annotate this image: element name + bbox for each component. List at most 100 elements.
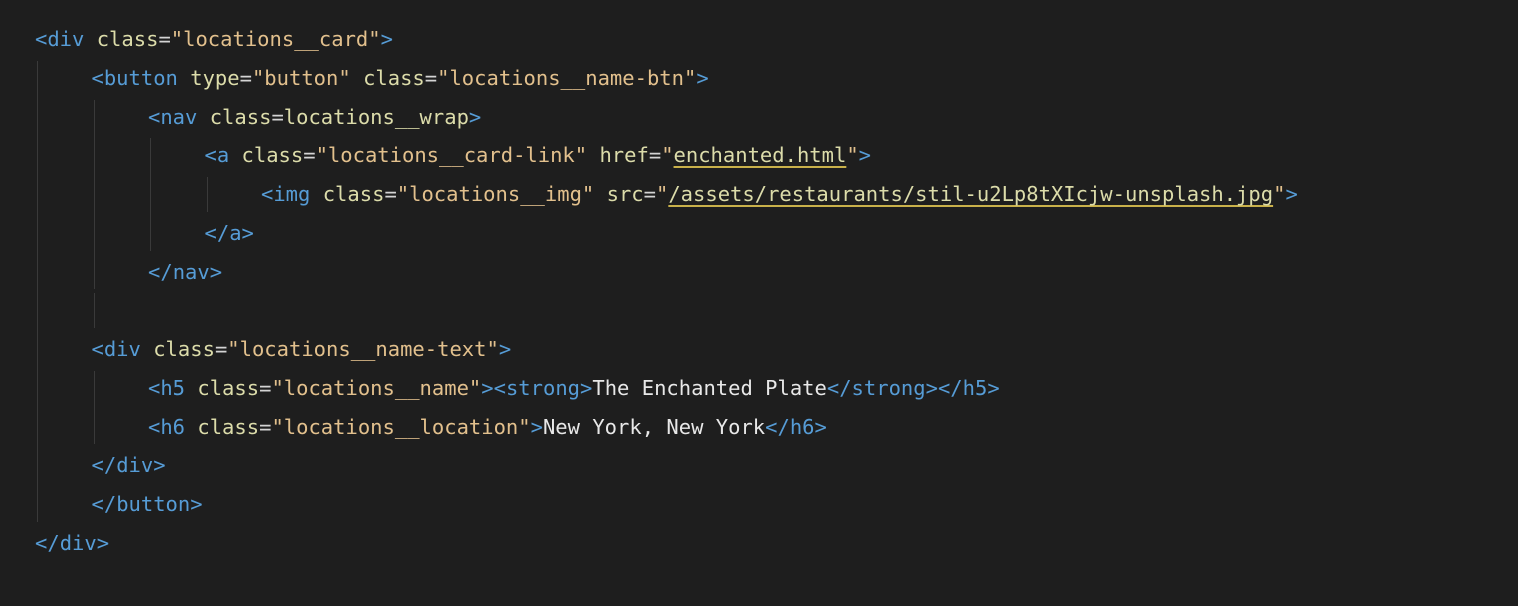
bracket-token: < xyxy=(148,414,161,439)
bracket-token: </ xyxy=(765,414,790,439)
equals-token: = xyxy=(648,143,662,168)
tag-name-token: h5 xyxy=(160,375,186,400)
tag-name-token: a xyxy=(229,220,242,245)
tag-name-token: h6 xyxy=(160,414,186,439)
code-line[interactable]: <div class="locations__name-text"> xyxy=(35,330,1298,369)
bracket-token: < xyxy=(91,337,104,361)
code-line[interactable]: </button> xyxy=(35,485,1298,524)
code-line[interactable] xyxy=(35,291,1298,330)
code-line[interactable]: <nav class=locations__wrap> xyxy=(35,98,1298,137)
bracket-token: > xyxy=(468,104,482,129)
string-token: "locations__name-btn" xyxy=(437,65,697,90)
equals-token: = xyxy=(384,182,397,206)
bracket-token: < xyxy=(204,143,217,168)
attribute-token: class xyxy=(197,375,260,400)
bracket-token: < xyxy=(91,65,104,90)
attribute-token: type xyxy=(190,65,240,90)
text-content-token: The Enchanted Plate xyxy=(592,375,827,400)
link-token: /assets/restaurants/stil-u2Lp8tXIcjw-uns… xyxy=(668,182,1274,206)
bracket-token: </ xyxy=(35,530,60,555)
bracket-token: > xyxy=(1285,182,1298,206)
attribute-token: class xyxy=(363,65,425,90)
string-token: " xyxy=(1273,182,1286,206)
code-line[interactable]: </nav> xyxy=(35,253,1298,292)
bracket-token: > xyxy=(190,492,203,516)
tag-name-token: div xyxy=(59,530,97,555)
bracket-token: < xyxy=(261,182,274,206)
code-line[interactable]: <h5 class="locations__name"><strong>The … xyxy=(35,369,1298,408)
code-line[interactable]: <div class="locations__card"> xyxy=(35,20,1298,59)
tag-name-token: nav xyxy=(160,104,198,129)
bracket-token: </ xyxy=(826,375,852,400)
equals-token: = xyxy=(158,27,171,51)
code-line[interactable]: <img class="locations__img" src="/assets… xyxy=(35,175,1298,214)
bracket-token: > xyxy=(380,27,393,51)
bracket-token: < xyxy=(148,375,161,400)
tag-name-token: img xyxy=(273,182,311,206)
string-token: "locations__card" xyxy=(170,27,381,51)
code-editor[interactable]: <div class="locations__card"> <button typ… xyxy=(0,0,1518,606)
bracket-token: ></ xyxy=(925,375,963,400)
string-token: "locations__name-text" xyxy=(227,337,499,361)
code-line[interactable]: <h6 class="locations__location">New York… xyxy=(35,408,1298,447)
bracket-token: < xyxy=(148,104,161,129)
attribute-token: class xyxy=(209,104,272,129)
code-line[interactable]: <button type="button" class="locations__… xyxy=(35,59,1298,98)
bracket-token: > xyxy=(814,414,827,439)
string-token: "button" xyxy=(251,65,351,90)
link-token: enchanted.html xyxy=(673,143,847,168)
bracket-token: </ xyxy=(91,453,117,478)
code-line[interactable]: </div> xyxy=(35,524,1298,563)
bracket-token: > xyxy=(530,414,543,439)
attribute-token: href xyxy=(599,143,649,168)
bracket-token: </ xyxy=(204,220,230,245)
text-content-token: New York, New York xyxy=(542,414,766,439)
bracket-token: > xyxy=(498,337,512,361)
string-token: "locations__location" xyxy=(271,414,531,439)
code-lines[interactable]: <div class="locations__card"> <button typ… xyxy=(35,20,1298,563)
string-token: "locations__img" xyxy=(396,182,595,206)
tag-name-token: strong xyxy=(505,375,581,400)
equals-token: = xyxy=(271,104,284,129)
bracket-token: > xyxy=(209,259,223,284)
code-line[interactable]: <a class="locations__card-link" href="en… xyxy=(35,136,1298,175)
attribute-token: class xyxy=(241,143,304,168)
bracket-token: </ xyxy=(148,259,173,284)
attribute-token: class xyxy=(153,337,215,361)
tag-name-token: h5 xyxy=(962,375,988,400)
bracket-token: > xyxy=(696,65,709,90)
tag-name-token: h6 xyxy=(789,414,815,439)
bracket-token: </ xyxy=(91,492,117,516)
attribute-token: class xyxy=(322,182,385,206)
attribute-token: src xyxy=(606,182,644,206)
bracket-token: < xyxy=(35,27,48,51)
tag-name-token: div xyxy=(103,337,141,361)
tag-name-token: strong xyxy=(851,375,926,400)
bracket-token: > xyxy=(153,453,166,478)
equals-token: = xyxy=(643,182,656,206)
string-token: "locations__card-link" xyxy=(315,143,588,168)
bracket-token: > xyxy=(241,220,254,245)
tag-name-token: a xyxy=(216,143,230,168)
attribute-token: class xyxy=(197,414,260,439)
equals-token: = xyxy=(424,65,438,90)
tag-name-token: button xyxy=(116,492,191,516)
equals-token: = xyxy=(259,414,272,439)
code-line[interactable]: </a> xyxy=(35,214,1298,253)
bracket-token: > xyxy=(96,530,110,555)
code-line[interactable]: </div> xyxy=(35,446,1298,485)
tag-name-token: div xyxy=(47,27,85,51)
tag-name-token: button xyxy=(103,65,178,90)
bracket-token: >< xyxy=(481,375,506,400)
string-token: "locations__name" xyxy=(271,375,482,400)
string-token: " xyxy=(655,182,669,206)
